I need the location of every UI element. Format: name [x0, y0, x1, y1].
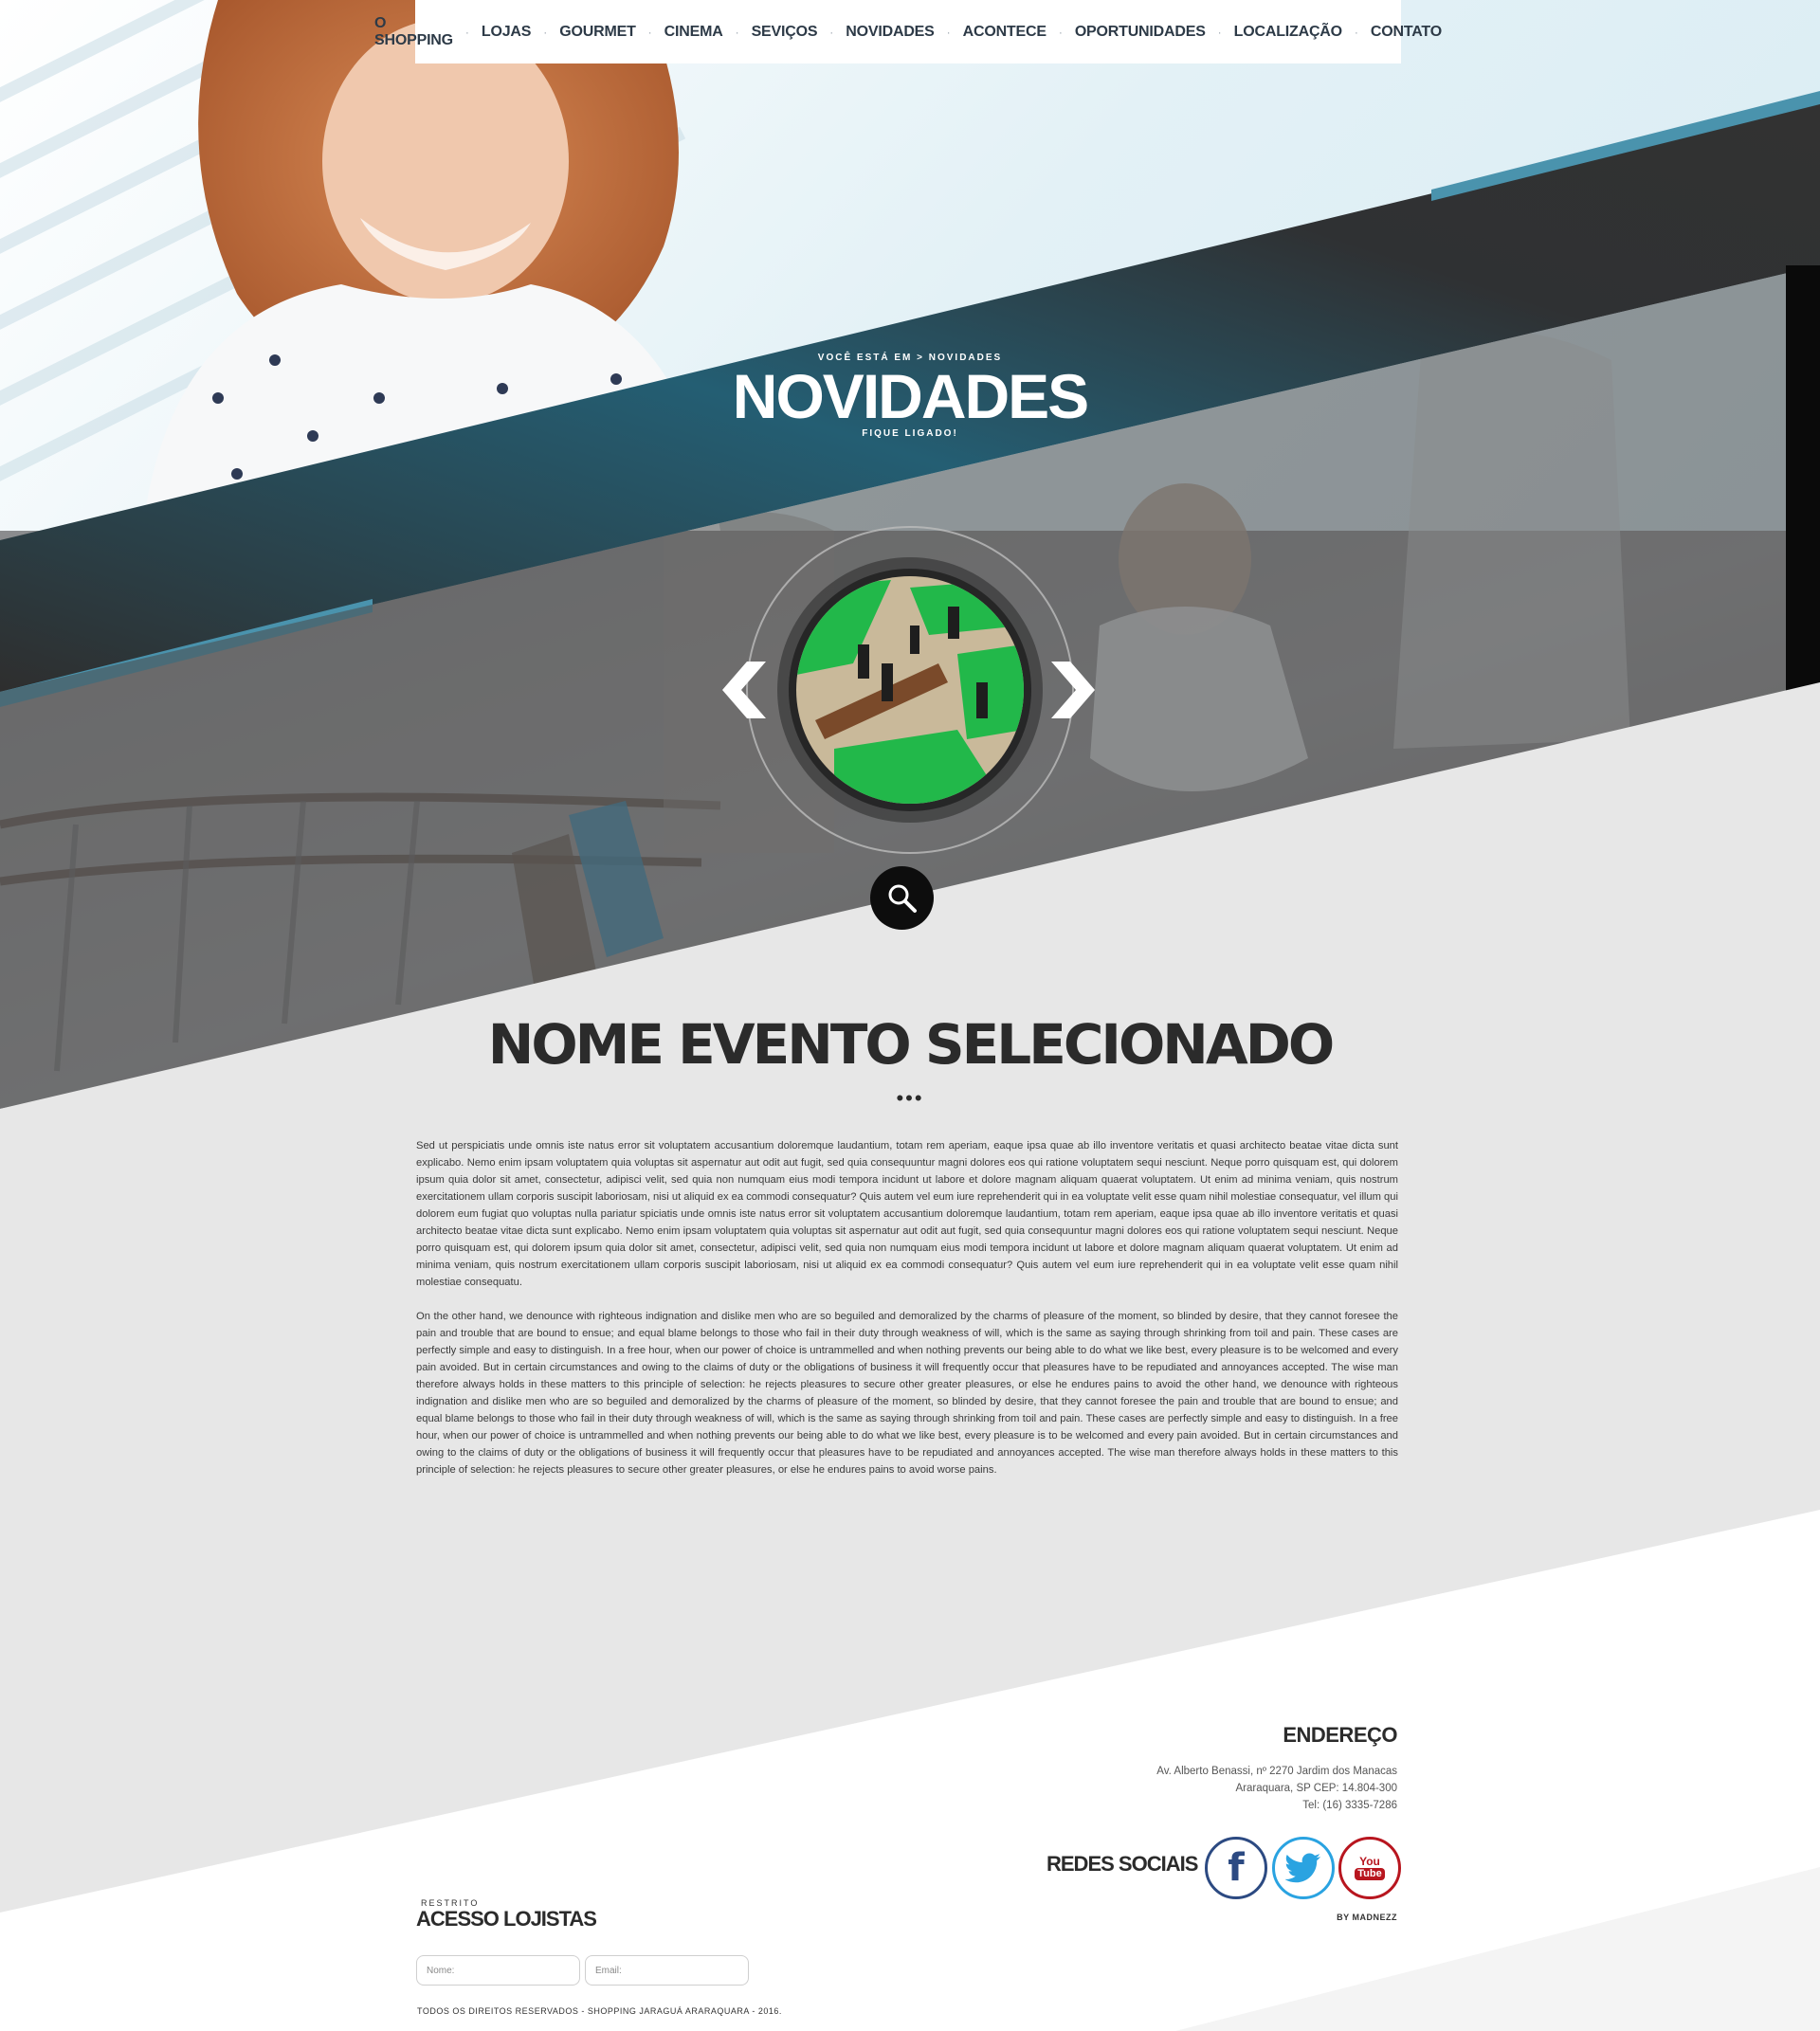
email-field[interactable]: [585, 1955, 749, 1986]
event-title: NOME EVENTO SELECIONADO: [487, 1012, 1335, 1077]
nav-separator: ·: [1217, 25, 1222, 39]
nav-item-cinema[interactable]: CINEMA: [664, 24, 723, 41]
copyright: TODOS OS DIREITOS RESERVADOS - SHOPPING …: [417, 2006, 782, 2016]
youtube-label-bottom: Tube: [1355, 1868, 1385, 1880]
social-title: REDES SOCIAIS: [1046, 1852, 1198, 1876]
nav-separator: ·: [1058, 25, 1063, 39]
address-line: Av. Alberto Benassi, nº 2270 Jardim dos …: [1156, 1766, 1397, 1777]
nav-separator: ·: [464, 25, 469, 39]
title-divider: •••: [896, 1086, 924, 1110]
youtube-icon: You Tube: [1355, 1855, 1385, 1880]
twitter-icon: [1285, 1853, 1320, 1883]
nav-item-lojas[interactable]: LOJAS: [482, 24, 532, 41]
address-title: ENDEREÇO: [1283, 1723, 1397, 1747]
credits: BY MADNEZZ: [1337, 1913, 1397, 1922]
nav-item-gourmet[interactable]: GOURMET: [559, 24, 636, 41]
nav-separator: ·: [735, 25, 739, 39]
main-nav: O SHOPPING · LOJAS · GOURMET · CINEMA · …: [374, 0, 1442, 63]
twitter-link[interactable]: [1272, 1837, 1335, 1899]
nav-separator: ·: [829, 25, 834, 39]
chevron-right-icon[interactable]: [1046, 662, 1099, 718]
youtube-link[interactable]: You Tube: [1338, 1837, 1401, 1899]
page-subtitle: FIQUE LIGADO!: [862, 428, 958, 439]
address-block: Av. Alberto Benassi, nº 2270 Jardim dos …: [1156, 1763, 1397, 1814]
facebook-link[interactable]: f: [1205, 1837, 1267, 1899]
store-access-title: ACESSO LOJISTAS: [416, 1907, 597, 1931]
nav-item-novidades[interactable]: NOVIDADES: [846, 24, 935, 41]
facebook-icon: f: [1228, 1846, 1245, 1890]
page-title: NOVIDADES: [732, 361, 1089, 431]
event-thumbnail: [796, 576, 1024, 804]
event-paragraph: Sed ut perspiciatis unde omnis iste natu…: [416, 1140, 1398, 1288]
nav-item-contato[interactable]: CONTATO: [1371, 24, 1442, 41]
nav-separator: ·: [647, 25, 652, 39]
nav-separator: ·: [1354, 25, 1358, 39]
address-phone: Tel: (16) 3335-7286: [1302, 1800, 1397, 1811]
search-button[interactable]: [870, 866, 934, 930]
event-description: Sed ut perspiciatis unde omnis iste natu…: [416, 1137, 1398, 1496]
nav-separator: ·: [543, 25, 548, 39]
nav-item-localizacao[interactable]: LOCALIZAÇÃO: [1234, 24, 1342, 41]
nav-item-servicos[interactable]: SEVIÇOS: [752, 24, 818, 41]
name-field[interactable]: [416, 1955, 580, 1986]
nav-separator: ·: [946, 25, 951, 39]
nav-item-oportunidades[interactable]: OPORTUNIDADES: [1075, 24, 1206, 41]
search-icon: [888, 884, 917, 913]
nav-item-o-shopping[interactable]: O SHOPPING: [374, 15, 453, 49]
address-line: Araraquara, SP CEP: 14.804-300: [1235, 1783, 1397, 1794]
nav-item-acontece[interactable]: ACONTECE: [963, 24, 1046, 41]
event-paragraph: On the other hand, we denounce with righ…: [416, 1311, 1398, 1476]
youtube-label-top: You: [1359, 1855, 1380, 1868]
chevron-left-icon[interactable]: [719, 662, 772, 718]
